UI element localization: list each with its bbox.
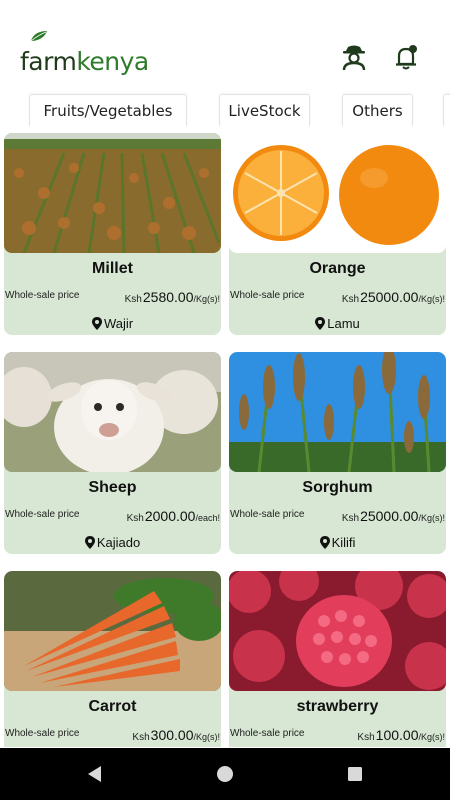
farmkenya-logo[interactable]: farm kenya xyxy=(20,31,149,76)
product-price: Ksh 2000.00 /each! xyxy=(127,508,220,524)
recents-square-icon[interactable] xyxy=(345,764,365,784)
product-name: strawberry xyxy=(296,698,379,715)
price-label: Whole-sale price xyxy=(230,290,305,301)
location-pin-icon xyxy=(84,536,95,549)
product-name: Millet xyxy=(92,260,133,277)
price-unit: /Kg(s)! xyxy=(418,513,445,523)
carrot-image xyxy=(4,571,221,691)
product-name: Sheep xyxy=(88,479,137,496)
price-label: Whole-sale price xyxy=(5,728,80,739)
product-price: Ksh 25000.00 /Kg(s)! xyxy=(342,508,445,524)
product-location: Kilifi xyxy=(229,535,446,550)
sorghum-image xyxy=(229,352,446,472)
category-tabs: Fruits/Vegetables LiveStock Others xyxy=(0,92,450,128)
price-label: Whole-sale price xyxy=(5,290,80,301)
product-price: Ksh 100.00 /Kg(s)! xyxy=(357,727,445,743)
product-grid: Millet Whole-sale price Ksh 2580.00 /Kg(… xyxy=(0,133,450,747)
strawberry-image xyxy=(229,571,446,691)
tab-others[interactable]: Others xyxy=(342,94,413,126)
price-amount: 2000.00 xyxy=(144,508,196,524)
sheep-image xyxy=(4,352,221,472)
leaf-icon xyxy=(30,31,47,42)
currency: Ksh xyxy=(341,513,360,524)
product-price: Ksh 25000.00 /Kg(s)! xyxy=(342,289,445,305)
product-location: Lamu xyxy=(229,316,446,331)
price-unit: /Kg(s)! xyxy=(418,732,445,742)
product-card-orange[interactable]: Orange Whole-sale price Ksh 25000.00 /Kg… xyxy=(229,133,446,335)
product-card-carrot[interactable]: Carrot Whole-sale price Ksh 300.00 /Kg(s… xyxy=(4,571,221,747)
bell-icon[interactable] xyxy=(393,43,419,71)
product-price: Ksh 300.00 /Kg(s)! xyxy=(132,727,220,743)
currency: Ksh xyxy=(126,513,144,524)
product-location: Wajir xyxy=(4,316,221,331)
product-card-sorghum[interactable]: Sorghum Whole-sale price Ksh 25000.00 /K… xyxy=(229,352,446,554)
price-amount: 100.00 xyxy=(375,727,419,743)
price-amount: 25000.00 xyxy=(360,289,419,305)
logo-text-farm: farm xyxy=(20,47,77,76)
location-pin-icon xyxy=(315,317,326,330)
price-unit: /Kg(s)! xyxy=(193,294,220,304)
product-name: Orange xyxy=(309,260,366,277)
location-text: Kajiado xyxy=(96,535,141,550)
product-name: Carrot xyxy=(88,698,137,715)
price-unit: /each! xyxy=(195,513,220,523)
price-label: Whole-sale price xyxy=(230,509,305,520)
location-pin-icon xyxy=(91,317,102,330)
tab-livestock[interactable]: LiveStock xyxy=(219,94,310,126)
location-pin-icon xyxy=(319,536,330,549)
product-card-millet[interactable]: Millet Whole-sale price Ksh 2580.00 /Kg(… xyxy=(4,133,221,335)
product-card-strawberry[interactable]: strawberry Whole-sale price Ksh 100.00 /… xyxy=(229,571,446,747)
back-triangle-icon[interactable] xyxy=(85,764,105,784)
app-header: farm kenya xyxy=(0,0,450,92)
product-card-sheep[interactable]: Sheep Whole-sale price Ksh 2000.00 /each… xyxy=(4,352,221,554)
price-unit: /Kg(s)! xyxy=(418,294,445,304)
farmer-icon[interactable] xyxy=(341,43,367,71)
location-text: Wajir xyxy=(103,316,134,331)
product-name: Sorghum xyxy=(302,479,373,496)
home-circle-icon[interactable] xyxy=(215,764,235,784)
currency: Ksh xyxy=(357,732,375,743)
price-amount: 25000.00 xyxy=(360,508,419,524)
tab-fruits-vegetables[interactable]: Fruits/Vegetables xyxy=(29,94,187,126)
price-amount: 2580.00 xyxy=(142,289,194,305)
tab-overflow[interactable] xyxy=(443,94,450,126)
price-amount: 300.00 xyxy=(150,727,194,743)
location-text: Kilifi xyxy=(331,535,356,550)
orange-image xyxy=(229,133,446,253)
currency: Ksh xyxy=(341,294,360,305)
logo-text-kenya: kenya xyxy=(76,47,149,76)
product-location: Kajiado xyxy=(4,535,221,550)
millet-image xyxy=(4,133,221,253)
price-label: Whole-sale price xyxy=(230,728,305,739)
product-price: Ksh 2580.00 /Kg(s)! xyxy=(125,289,220,305)
price-label: Whole-sale price xyxy=(5,509,80,520)
currency: Ksh xyxy=(132,732,150,743)
location-text: Lamu xyxy=(327,316,360,331)
currency: Ksh xyxy=(124,294,142,305)
price-unit: /Kg(s)! xyxy=(193,732,220,742)
system-navigation-bar xyxy=(0,748,450,800)
